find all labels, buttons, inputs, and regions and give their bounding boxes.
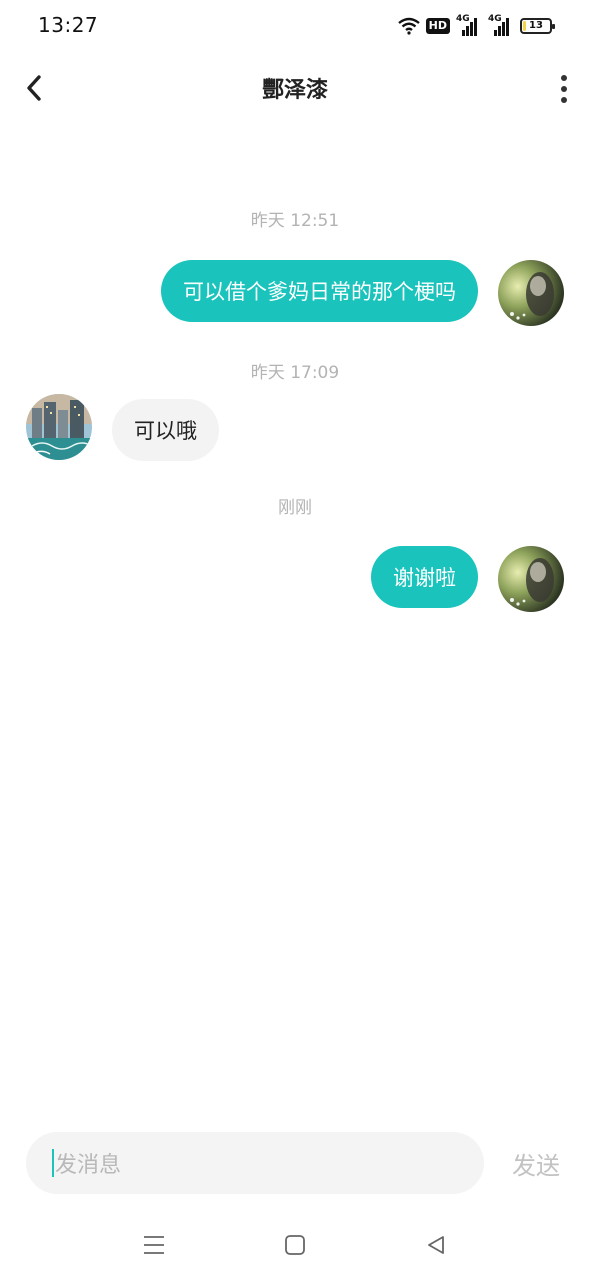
more-options-button[interactable] (552, 72, 576, 106)
outgoing-message-bubble[interactable]: 谢谢啦 (371, 546, 478, 608)
menu-button[interactable] (139, 1230, 169, 1260)
menu-icon (144, 1236, 164, 1254)
send-button[interactable]: 发送 (512, 1146, 560, 1181)
wifi-icon (397, 17, 420, 35)
message-timestamp: 刚刚 (278, 498, 312, 518)
nav-back-button[interactable] (421, 1230, 451, 1260)
home-square-icon (285, 1235, 305, 1255)
signal-4g-icon: 4G (488, 14, 514, 36)
battery-level: 13 (529, 20, 543, 31)
back-triangle-icon (428, 1236, 444, 1254)
message-timestamp: 昨天 17:09 (250, 363, 340, 383)
page-title: 酆泽漆 (261, 78, 328, 103)
system-nav-bar (0, 1220, 590, 1270)
status-icons: HD 4G 4G 13 (397, 14, 555, 38)
battery-icon: 13 (520, 18, 555, 34)
contact-avatar[interactable] (26, 394, 92, 460)
my-avatar[interactable] (498, 546, 564, 612)
hd-icon: HD (425, 18, 450, 34)
message-timestamp: 昨天 12:51 (250, 211, 340, 231)
message-input[interactable]: 发消息 (26, 1132, 484, 1194)
chat-header: 酆泽漆 (0, 60, 590, 116)
status-time: 13:27 (38, 13, 99, 37)
message-input-placeholder: 发消息 (55, 1153, 122, 1178)
signal-4g-icon: 4G (456, 14, 482, 36)
outgoing-message-bubble[interactable]: 可以借个爹妈日常的那个梗吗 (161, 260, 478, 322)
more-vertical-icon (561, 75, 567, 81)
my-avatar[interactable] (498, 260, 564, 326)
status-bar: 13:27 HD 4G 4G 13 (0, 0, 590, 52)
incoming-message-bubble[interactable]: 可以哦 (112, 399, 219, 461)
text-cursor (52, 1149, 54, 1177)
home-button[interactable] (280, 1230, 310, 1260)
